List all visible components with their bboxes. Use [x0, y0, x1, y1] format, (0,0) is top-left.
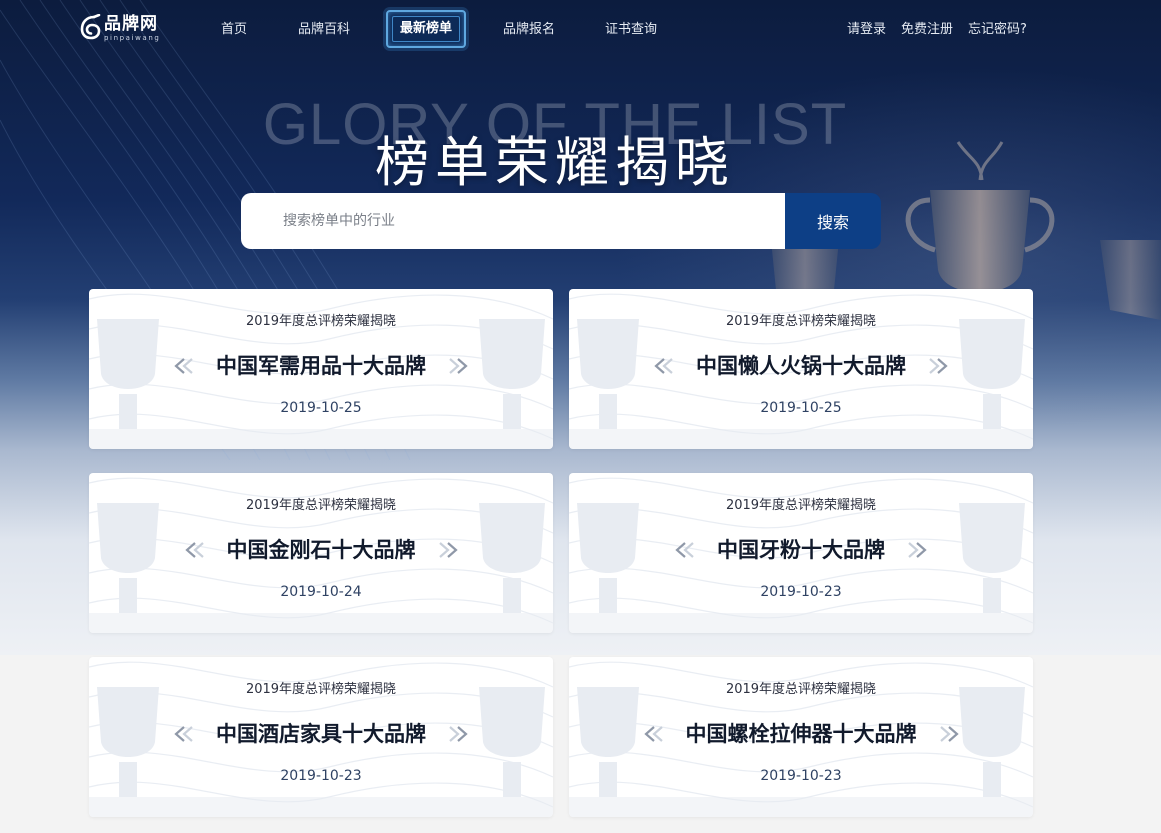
page-title: 榜单荣耀揭晓 — [375, 131, 735, 194]
chevron-double-right-icon — [449, 358, 468, 374]
card-title: 中国酒店家具十大品牌 — [216, 722, 426, 746]
logo-icon — [80, 14, 101, 40]
search-bar: 搜索 — [241, 193, 881, 249]
chevron-double-right-icon — [449, 726, 468, 742]
card-date: 2019-10-25 — [280, 400, 362, 416]
card-title-row: 中国金刚石十大品牌 — [89, 535, 553, 565]
ranking-card[interactable]: 2019年度总评榜荣耀揭晓 中国军需用品十大品牌 2019-10-25 — [89, 289, 553, 449]
card-title-row: 中国螺栓拉伸器十大品牌 — [569, 719, 1033, 749]
card-subtitle: 2019年度总评榜荣耀揭晓 — [725, 498, 877, 513]
card-subtitle: 2019年度总评榜荣耀揭晓 — [245, 682, 397, 697]
forgot-password-link[interactable]: 忘记密码? — [968, 20, 1027, 40]
chevron-double-right-icon — [929, 358, 948, 374]
card-subtitle: 2019年度总评榜荣耀揭晓 — [725, 314, 877, 329]
card-date: 2019-10-25 — [760, 400, 842, 416]
login-link[interactable]: 请登录 — [847, 20, 886, 40]
card-title: 中国懒人火锅十大品牌 — [696, 354, 906, 378]
chevron-double-left-icon — [675, 542, 694, 558]
card-date: 2019-10-23 — [760, 768, 842, 784]
chevron-double-left-icon — [174, 358, 193, 374]
search-button[interactable]: 搜索 — [785, 193, 881, 249]
ranking-card[interactable]: 2019年度总评榜荣耀揭晓 中国金刚石十大品牌 2019-10-24 — [89, 473, 553, 633]
logo-text: 品牌网 — [104, 14, 158, 34]
nav-item-home[interactable]: 首页 — [221, 20, 247, 40]
card-title-row: 中国军需用品十大品牌 — [89, 351, 553, 381]
logo-subtext: pinpaiwang — [104, 34, 161, 42]
search-input[interactable] — [241, 193, 785, 249]
nav-item-certificate-lookup[interactable]: 证书查询 — [605, 20, 657, 40]
card-title: 中国金刚石十大品牌 — [226, 538, 416, 562]
nav-item-brand-signup[interactable]: 品牌报名 — [503, 20, 555, 40]
card-title: 中国军需用品十大品牌 — [216, 354, 426, 378]
chevron-double-left-icon — [184, 542, 204, 558]
chevron-double-left-icon — [654, 358, 673, 374]
chevron-double-left-icon — [643, 726, 663, 742]
ranking-card[interactable]: 2019年度总评榜荣耀揭晓 中国酒店家具十大品牌 2019-10-23 — [89, 657, 553, 817]
card-subtitle: 2019年度总评榜荣耀揭晓 — [245, 498, 397, 513]
logo[interactable]: 品牌网 pinpaiwang — [80, 14, 170, 46]
chevron-double-right-icon — [908, 542, 927, 558]
chevron-double-left-icon — [174, 726, 193, 742]
card-subtitle: 2019年度总评榜荣耀揭晓 — [725, 682, 877, 697]
card-title-row: 中国酒店家具十大品牌 — [89, 719, 553, 749]
card-subtitle: 2019年度总评榜荣耀揭晓 — [245, 314, 397, 329]
ranking-card-grid: 2019年度总评榜荣耀揭晓 中国军需用品十大品牌 2019-10-25 2019… — [89, 289, 1033, 817]
card-title: 中国牙粉十大品牌 — [717, 538, 885, 562]
card-date: 2019-10-23 — [280, 768, 362, 784]
card-date: 2019-10-23 — [760, 584, 842, 600]
card-title-row: 中国懒人火锅十大品牌 — [569, 351, 1033, 381]
ranking-card[interactable]: 2019年度总评榜荣耀揭晓 中国螺栓拉伸器十大品牌 2019-10-23 — [569, 657, 1033, 817]
nav-item-latest-list[interactable]: 最新榜单 — [386, 10, 466, 48]
chevron-double-right-icon — [438, 542, 458, 558]
register-link[interactable]: 免费注册 — [901, 20, 953, 40]
ranking-card[interactable]: 2019年度总评榜荣耀揭晓 中国懒人火锅十大品牌 2019-10-25 — [569, 289, 1033, 449]
nav-item-label: 最新榜单 — [399, 21, 452, 36]
card-date: 2019-10-24 — [280, 584, 362, 600]
top-navbar: 品牌网 pinpaiwang 首页 品牌百科 最新榜单 品牌报名 证书查询 请登… — [0, 0, 1161, 62]
ranking-card[interactable]: 2019年度总评榜荣耀揭晓 中国牙粉十大品牌 2019-10-23 — [569, 473, 1033, 633]
card-title: 中国螺栓拉伸器十大品牌 — [685, 722, 917, 746]
nav-item-brand-wiki[interactable]: 品牌百科 — [298, 20, 350, 40]
chevron-double-right-icon — [939, 726, 959, 742]
card-title-row: 中国牙粉十大品牌 — [569, 535, 1033, 565]
